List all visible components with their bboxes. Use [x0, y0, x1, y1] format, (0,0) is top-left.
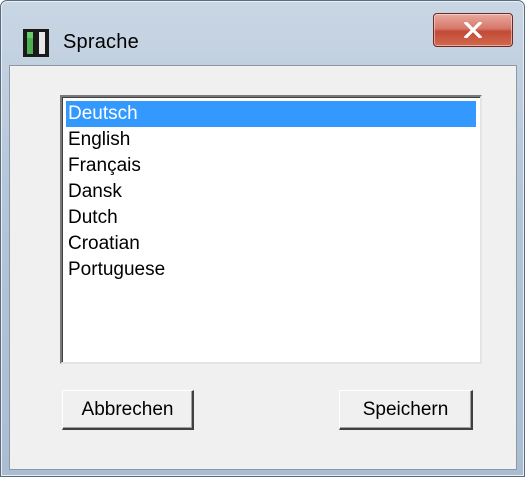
list-item[interactable]: Français — [66, 153, 476, 179]
list-item[interactable]: Croatian — [66, 231, 476, 257]
list-item[interactable]: Portuguese — [66, 257, 476, 283]
language-listbox[interactable]: Deutsch English Français Dansk Dutch Croatian… — [60, 95, 482, 364]
language-dialog: Sprache Deutsch English Français Dansk Dutch… — [0, 0, 525, 477]
cancel-button[interactable]: Abbrechen — [62, 390, 194, 430]
title-bar[interactable]: Sprache — [1, 1, 524, 59]
window-title: Sprache — [63, 31, 139, 53]
list-item[interactable]: English — [66, 127, 476, 153]
close-icon — [464, 22, 482, 38]
list-item[interactable]: Dutch — [66, 205, 476, 231]
app-icon — [23, 29, 49, 57]
list-item[interactable]: Dansk — [66, 179, 476, 205]
close-button[interactable] — [433, 13, 513, 47]
dialog-body: Deutsch English Français Dansk Dutch Croatian… — [9, 65, 517, 470]
list-item[interactable]: Deutsch — [66, 101, 476, 127]
save-button[interactable]: Speichern — [339, 390, 473, 430]
